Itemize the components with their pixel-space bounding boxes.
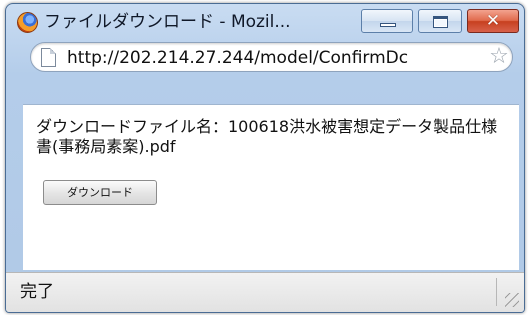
title-bar[interactable]: ファイルダウンロード - Mozil... ✕	[6, 4, 524, 36]
browser-popup-window: ファイルダウンロード - Mozil... ✕ http://202.214.2…	[5, 3, 525, 313]
maximize-button[interactable]	[418, 9, 462, 33]
download-panel: ダウンロードファイル名：100618洪水被害想定データ製品仕様書(事務局素案).…	[23, 105, 519, 271]
minimize-icon	[380, 23, 396, 27]
address-bar[interactable]: http://202.214.27.244/model/ConfirmDc ☆	[30, 42, 513, 72]
download-filename-label: ダウンロードファイル名：100618洪水被害想定データ製品仕様書(事務局素案).…	[36, 117, 498, 156]
page-content: ダウンロードファイル名：100618洪水被害想定データ製品仕様書(事務局素案).…	[23, 104, 519, 270]
download-button[interactable]: ダウンロード	[43, 180, 157, 205]
page-icon	[41, 48, 56, 67]
window-title: ファイルダウンロード - Mozil...	[44, 12, 291, 32]
address-url[interactable]: http://202.214.27.244/model/ConfirmDc	[67, 46, 487, 70]
close-button[interactable]: ✕	[467, 9, 519, 33]
minimize-button[interactable]	[361, 9, 413, 33]
star-icon[interactable]: ☆	[487, 44, 511, 70]
maximize-icon	[433, 16, 448, 28]
status-divider	[496, 278, 497, 306]
firefox-icon	[17, 12, 38, 33]
close-icon: ✕	[485, 11, 501, 31]
resize-grip-icon[interactable]	[505, 293, 519, 307]
status-text: 完了	[20, 282, 54, 302]
status-bar: 完了	[6, 272, 524, 312]
